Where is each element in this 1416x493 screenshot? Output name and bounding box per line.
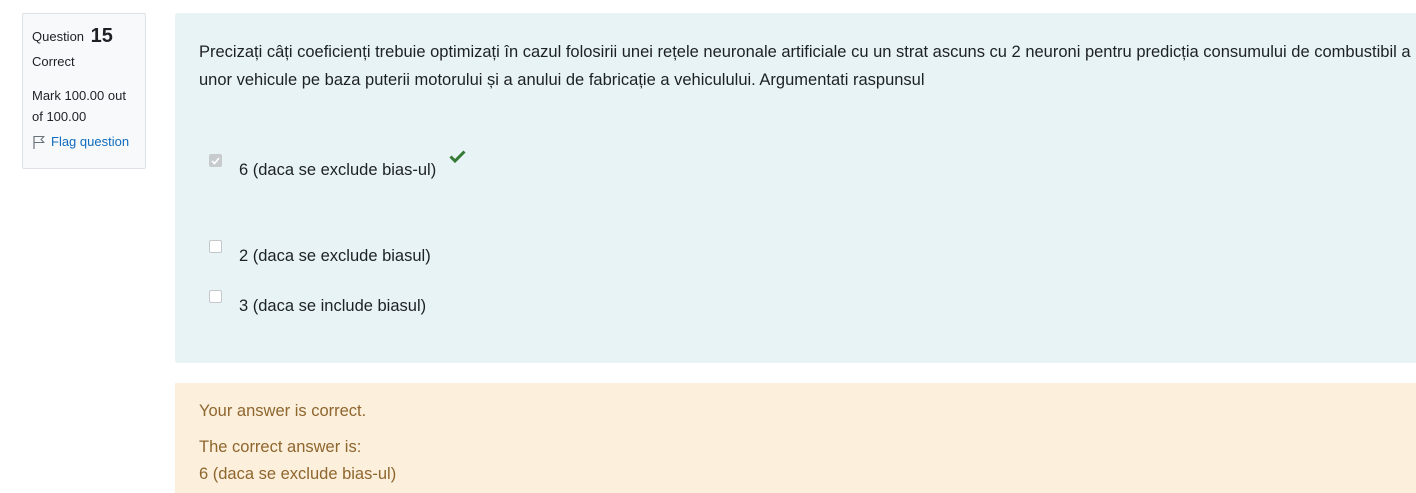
question-text: Precizați câți coeficienți trebuie optim… bbox=[199, 43, 1411, 89]
question-grade: Mark 100.00 out of 100.00 bbox=[32, 88, 126, 124]
answer-option-label: 6 (daca se exclude bias-ul) bbox=[239, 161, 437, 179]
answer-option[interactable]: 3 (daca se include biasul) bbox=[199, 290, 426, 315]
question-number: 15 bbox=[90, 25, 113, 47]
answer-option-label: 2 (daca se exclude biasul) bbox=[239, 247, 431, 265]
answer-option[interactable]: 6 (daca se exclude bias-ul) bbox=[199, 150, 466, 179]
answer-checkbox[interactable] bbox=[209, 240, 222, 253]
flag-question-link[interactable]: Flag question bbox=[32, 133, 136, 151]
check-icon bbox=[449, 150, 466, 163]
question-state: Correct bbox=[32, 54, 75, 69]
right-answer-value: 6 (daca se exclude bias-ul) bbox=[199, 465, 397, 483]
question-number-row: Question 15 bbox=[32, 24, 136, 47]
question-label: Question bbox=[32, 29, 85, 44]
question-formulation: Precizați câți coeficienți trebuie optim… bbox=[175, 13, 1416, 363]
right-answer-label: The correct answer is: bbox=[199, 438, 362, 456]
answer-option-label: 3 (daca se include biasul) bbox=[239, 297, 427, 315]
answer-feedback: Your answer is correct. bbox=[199, 402, 367, 420]
answer-checkbox[interactable] bbox=[209, 154, 222, 167]
answer-option[interactable]: 2 (daca se exclude biasul) bbox=[199, 240, 431, 265]
checkbox-check-icon bbox=[211, 156, 220, 165]
flag-question-label: Flag question bbox=[51, 134, 130, 149]
question-outcome: Your answer is correct. The correct answ… bbox=[175, 383, 1416, 493]
answer-checkbox[interactable] bbox=[209, 290, 222, 303]
question-info-panel: Question 15 Correct Mark 100.00 out of 1… bbox=[22, 13, 146, 169]
flag-icon bbox=[33, 135, 45, 149]
